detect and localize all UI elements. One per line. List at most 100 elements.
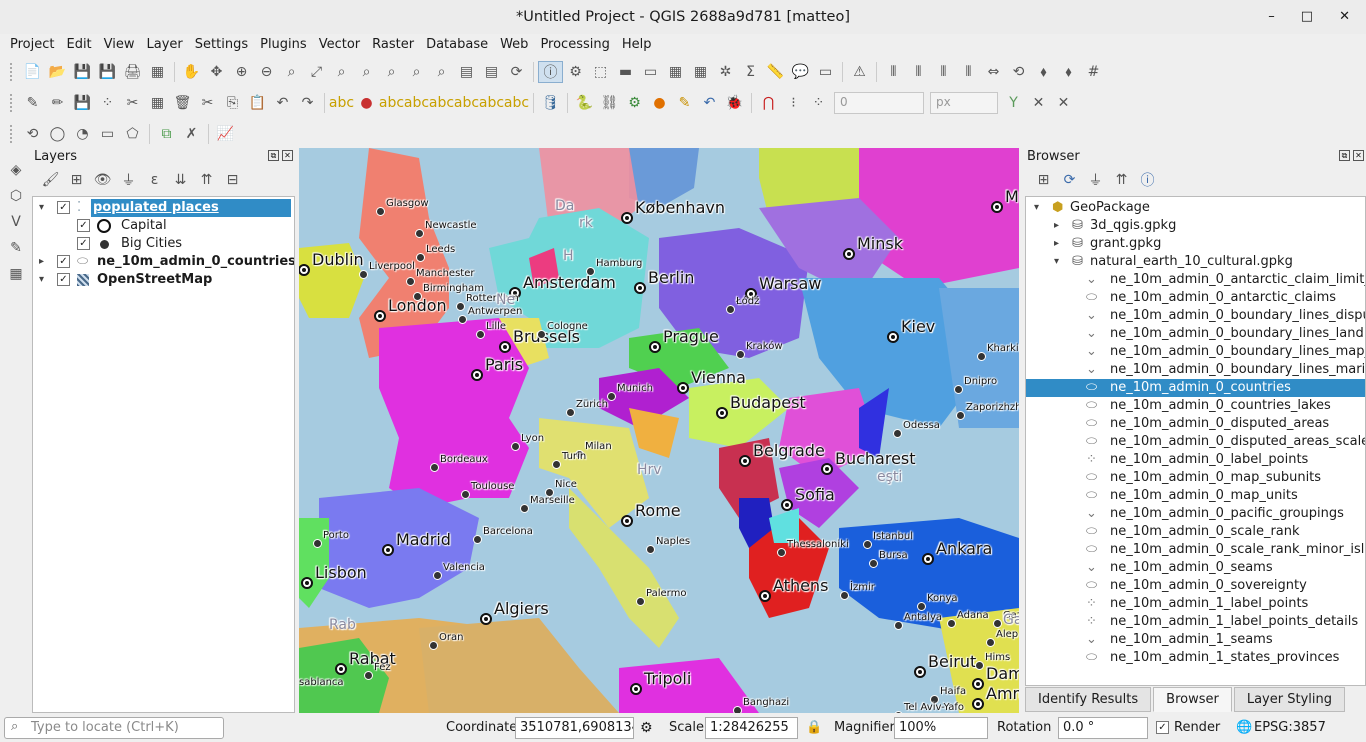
open-project-icon[interactable]: 📂 (45, 61, 70, 83)
digitize-icon-2[interactable]: ◯ (45, 123, 70, 145)
topology-icon[interactable]: Y (1001, 92, 1026, 114)
map-canvas[interactable]: København Dublin London Amsterdam Berlin Wars… (299, 148, 1019, 713)
menu-processing[interactable]: Processing (534, 34, 615, 56)
zoom-native-icon[interactable]: ⌕ (379, 61, 404, 83)
label-icon-2[interactable]: ● (354, 92, 379, 114)
current-edits-icon[interactable]: ✎ (20, 92, 45, 114)
tab-browser[interactable]: Browser (1153, 687, 1232, 712)
select-features-icon[interactable]: ⬚ (588, 61, 613, 83)
browser-item[interactable]: ⌄ ne_10m_admin_0_pacific_groupings (1026, 505, 1365, 523)
show-hide-label-icon[interactable]: ⬧ (1056, 61, 1081, 83)
browser-item[interactable]: ⌄ ne_10m_admin_0_boundary_lines_map_ (1026, 343, 1365, 361)
browser-item[interactable]: ⬭ ne_10m_admin_0_disputed_areas (1026, 415, 1365, 433)
align-right-icon[interactable]: ⫴ (931, 61, 956, 83)
move-label-icon[interactable]: ⇔ (981, 61, 1006, 83)
database-icon[interactable]: 🛢 (538, 92, 563, 114)
digitize-icon-5[interactable]: ⬠ (120, 123, 145, 145)
browser-item[interactable]: ⁘ ne_10m_admin_1_label_points_details (1026, 613, 1365, 631)
label-icon-5[interactable]: abc (429, 92, 454, 114)
vertex-tool-icon[interactable]: ✂ (120, 92, 145, 114)
save-as-icon[interactable]: 💾 (95, 61, 120, 83)
select-by-value-icon[interactable]: ▬ (613, 61, 638, 83)
save-project-icon[interactable]: 💾 (70, 61, 95, 83)
plugin-icon-1[interactable]: ⚙ (622, 92, 647, 114)
new-project-icon[interactable]: 📄 (20, 61, 45, 83)
label-icon-4[interactable]: abc (404, 92, 429, 114)
crs-button[interactable]: EPSG:3857 (1254, 717, 1326, 739)
pan-icon[interactable]: ✋ (179, 61, 204, 83)
add-feature-icon[interactable]: ⁘ (95, 92, 120, 114)
zoom-next-icon[interactable]: ⌕ (429, 61, 454, 83)
pin-label-icon[interactable]: ⬧ (1031, 61, 1056, 83)
annotation-icon[interactable]: ▭ (813, 61, 838, 83)
new-print-layout-icon[interactable]: 🖨 (120, 61, 145, 83)
label-icon-7[interactable]: abc (479, 92, 504, 114)
delete-selected-icon[interactable]: 🗑 (170, 92, 195, 114)
menu-database[interactable]: Database (420, 34, 494, 56)
maximize-button[interactable]: □ (1301, 0, 1313, 34)
collapse-browser-icon[interactable]: ⇈ (1109, 169, 1134, 191)
browser-item[interactable]: ⬭ ne_10m_admin_0_disputed_areas_scale (1026, 433, 1365, 451)
browser-item[interactable]: ⁘ ne_10m_admin_1_label_points (1026, 595, 1365, 613)
browser-item[interactable]: ⌄ ne_10m_admin_0_seams (1026, 559, 1365, 577)
intersection-icon[interactable]: ✕ (1026, 92, 1051, 114)
map-tips-icon[interactable]: 💬 (788, 61, 813, 83)
feature-action-icon[interactable]: ⚙ (563, 61, 588, 83)
label-icon-6[interactable]: abc (454, 92, 479, 114)
snap-type-icon[interactable]: ⁝ (781, 92, 806, 114)
browser-item[interactable]: ⌄ ne_10m_admin_0_boundary_lines_marit (1026, 361, 1365, 379)
browser-item[interactable]: ⬭ ne_10m_admin_0_antarctic_claims (1026, 289, 1365, 307)
statistics-icon[interactable]: Σ (738, 61, 763, 83)
align-center-icon[interactable]: ⫴ (906, 61, 931, 83)
menu-layer[interactable]: Layer (141, 34, 189, 56)
chart-icon[interactable]: 📈 (213, 123, 238, 145)
menu-web[interactable]: Web (494, 34, 534, 56)
menu-project[interactable]: Project (4, 34, 60, 56)
scale-field[interactable]: 1:28426255 (705, 717, 798, 739)
coordinate-field[interactable]: 3510781,6908134 (515, 717, 634, 739)
browser-item[interactable]: ▾ ⛁ natural_earth_10_cultural.gpkg (1026, 253, 1365, 271)
add-raster-icon[interactable]: ▦ (4, 262, 29, 286)
attribute-table-icon[interactable]: ▦ (663, 61, 688, 83)
new-bookmark-icon[interactable]: ▤ (454, 61, 479, 83)
menu-view[interactable]: View (98, 34, 141, 56)
zoom-in-icon[interactable]: ⊕ (229, 61, 254, 83)
paste-icon[interactable]: 📋 (245, 92, 270, 114)
layout-manager-icon[interactable]: ▦ (145, 61, 170, 83)
browser-item[interactable]: ⬭ ne_10m_admin_0_countries (1026, 379, 1365, 397)
zoom-out-icon[interactable]: ⊖ (254, 61, 279, 83)
zoom-last-icon[interactable]: ⌕ (404, 61, 429, 83)
browser-item[interactable]: ⬭ ne_10m_admin_0_countries_lakes (1026, 397, 1365, 415)
browser-item[interactable]: ⌄ ne_10m_admin_0_antarctic_claim_limit_ (1026, 271, 1365, 289)
browser-item[interactable]: ⁘ ne_10m_admin_0_label_points (1026, 451, 1365, 469)
datasource-manager-icon[interactable]: ◈ (4, 158, 29, 182)
remove-layer-icon[interactable]: ⊟ (220, 169, 245, 191)
python-icon[interactable]: 🐍 (572, 92, 597, 114)
plugin-green-icon[interactable]: ⧉ (154, 123, 179, 145)
visibility-icon[interactable]: 👁 (90, 169, 115, 191)
deselect-icon[interactable]: ▭ (638, 61, 663, 83)
browser-item[interactable]: ⬭ ne_10m_admin_0_scale_rank_minor_isla (1026, 541, 1365, 559)
refresh-browser-icon[interactable]: ⟳ (1057, 169, 1082, 191)
expand-all-icon[interactable]: ⇊ (168, 169, 193, 191)
filter-browser-icon[interactable]: ⏚ (1083, 169, 1108, 191)
plugin-icon-4[interactable]: ↶ (697, 92, 722, 114)
browser-item[interactable]: ⬭ ne_10m_admin_1_states_provinces (1026, 649, 1365, 667)
magnet-icon[interactable]: ⋂ (756, 92, 781, 114)
grid-icon[interactable]: # (1081, 61, 1106, 83)
minimize-button[interactable]: – (1268, 0, 1275, 34)
lock-scale-icon[interactable]: 🔒 (806, 717, 822, 739)
digitize-icon-3[interactable]: ◔ (70, 123, 95, 145)
cut-icon[interactable]: ✂ (195, 92, 220, 114)
zoom-selection-icon[interactable]: ⌕ (329, 61, 354, 83)
add-vector-icon[interactable]: ⬡ (4, 184, 29, 208)
label-icon-1[interactable]: abc (329, 92, 354, 114)
field-calc-icon[interactable]: ▦ (688, 61, 713, 83)
distribute-icon[interactable]: ⫴ (956, 61, 981, 83)
snap-tolerance-icon[interactable]: ⁘ (806, 92, 831, 114)
digitize-icon-4[interactable]: ▭ (95, 123, 120, 145)
identify-icon[interactable]: ⓘ (538, 60, 563, 83)
digitize-icon-1[interactable]: ⟲ (20, 123, 45, 145)
measure-icon[interactable]: 📏 (763, 61, 788, 83)
tab-identify-results[interactable]: Identify Results (1025, 687, 1152, 712)
